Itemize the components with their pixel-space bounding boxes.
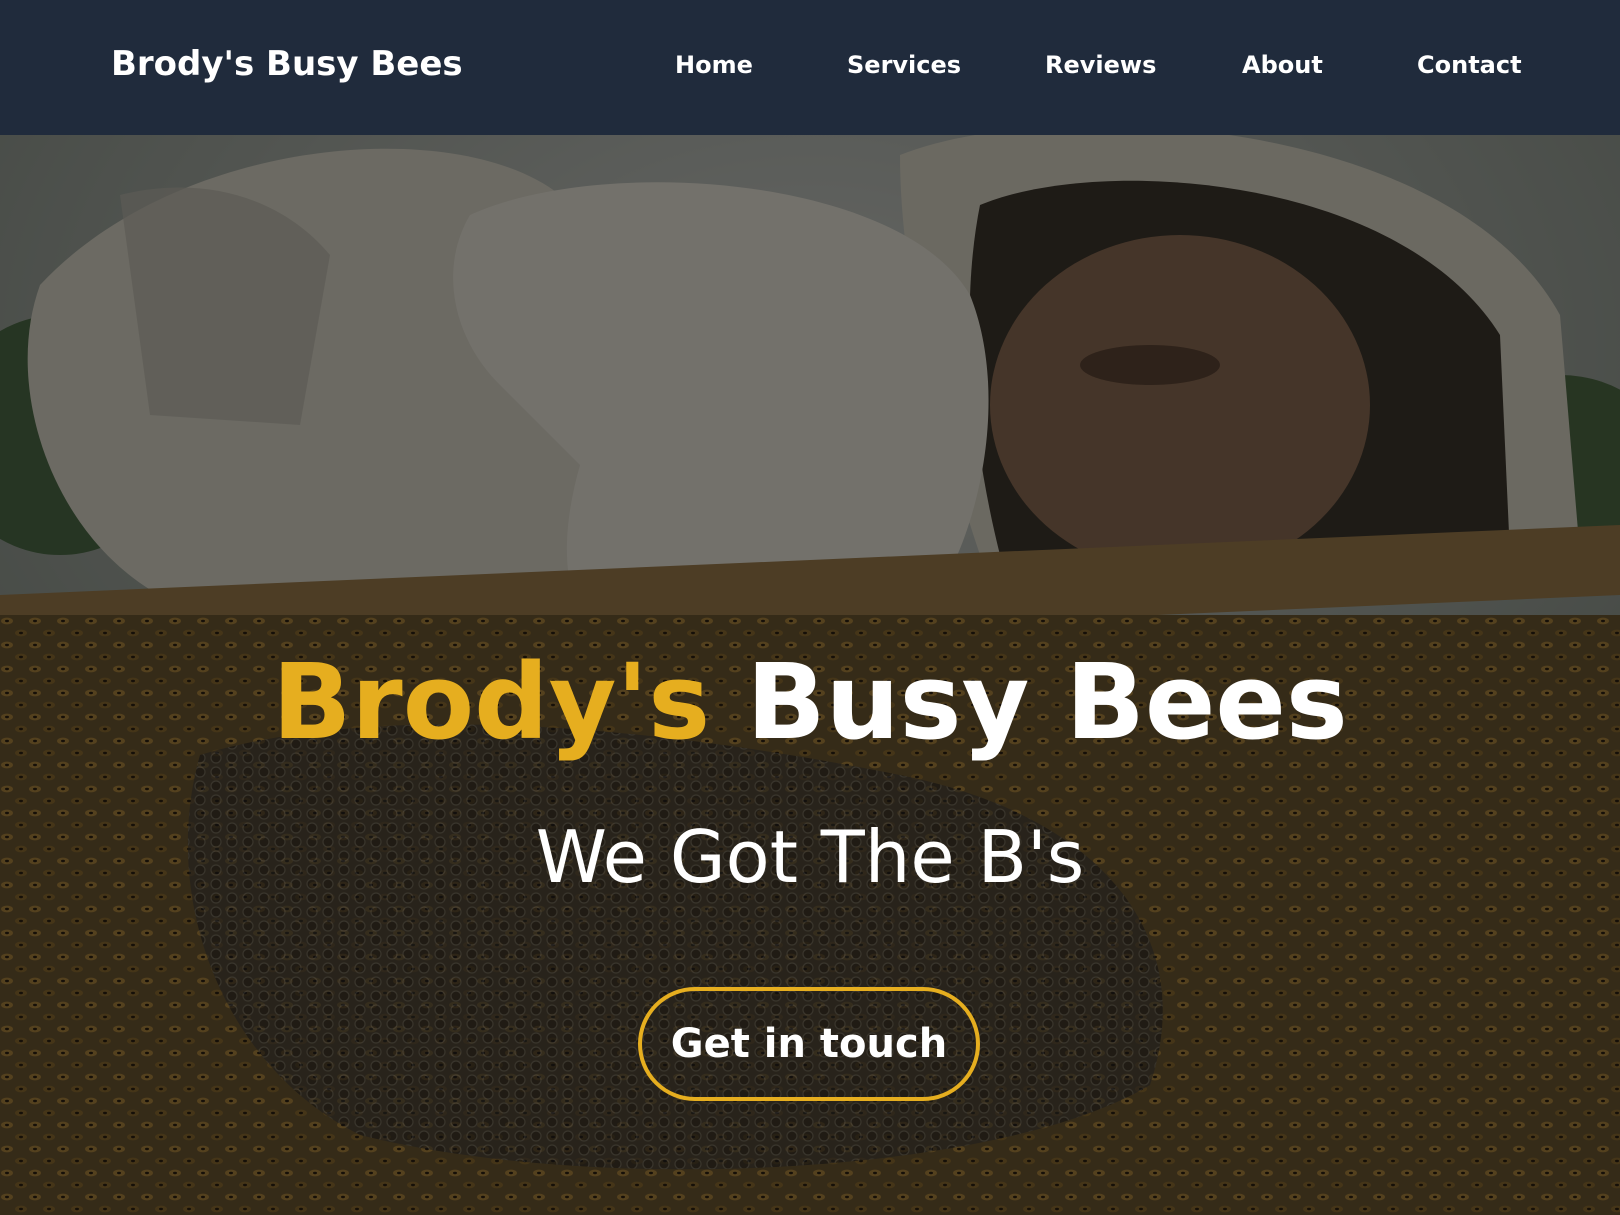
get-in-touch-button[interactable]: Get in touch: [638, 987, 980, 1101]
nav-link-services[interactable]: Services: [847, 51, 961, 79]
top-navbar: Brody's Busy Bees Home Services Reviews …: [0, 0, 1620, 135]
nav-link-contact[interactable]: Contact: [1417, 51, 1522, 79]
nav-link-home[interactable]: Home: [675, 51, 753, 79]
hero-title-main: Busy Bees: [746, 641, 1348, 763]
nav-link-about[interactable]: About: [1242, 51, 1323, 79]
site-brand-link[interactable]: Brody's Busy Bees: [111, 44, 463, 84]
hero-subtitle: We Got The B's: [535, 815, 1085, 899]
hero-title-accent: Brody's: [272, 641, 711, 763]
hero-title: Brody's Busy Bees: [0, 640, 1620, 765]
hero-section: Brody's Busy Bees We Got The B's Get in …: [0, 135, 1620, 1215]
nav-link-reviews[interactable]: Reviews: [1045, 51, 1156, 79]
